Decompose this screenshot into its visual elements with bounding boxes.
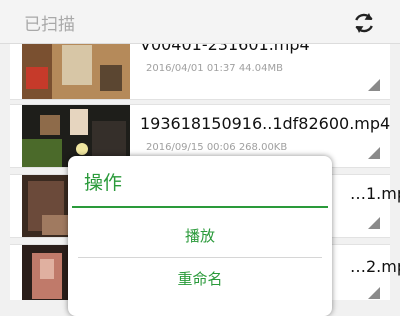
item-menu-icon[interactable] bbox=[368, 287, 380, 299]
option-divider bbox=[78, 257, 322, 258]
list-item[interactable]: V00401-231601.mp4 2016/04/01 01:37 44.04… bbox=[10, 44, 390, 100]
rename-option[interactable]: 重命名 bbox=[78, 259, 322, 299]
video-thumbnail bbox=[22, 44, 130, 99]
item-menu-icon[interactable] bbox=[368, 217, 380, 229]
dialog-title-divider bbox=[72, 206, 328, 208]
play-option[interactable]: 播放 bbox=[78, 216, 322, 256]
file-name: …1.mp4 bbox=[350, 184, 400, 203]
file-name: 193618150916..1df82600.mp4 bbox=[140, 114, 391, 133]
item-menu-icon[interactable] bbox=[368, 147, 380, 159]
file-meta: 2016/09/15 00:06 268.00KB bbox=[146, 142, 288, 153]
file-name: V00401-231601.mp4 bbox=[140, 44, 310, 54]
top-bar: 已扫描 bbox=[0, 0, 400, 44]
item-menu-icon[interactable] bbox=[368, 79, 380, 91]
file-name: …2.mp4 bbox=[350, 257, 400, 276]
operation-dialog: 操作 播放 重命名 bbox=[68, 156, 332, 316]
refresh-icon[interactable] bbox=[349, 8, 379, 38]
dialog-title: 操作 bbox=[84, 172, 123, 194]
file-meta: 2016/04/01 01:37 44.04MB bbox=[146, 63, 283, 74]
page-title: 已扫描 bbox=[24, 15, 75, 35]
